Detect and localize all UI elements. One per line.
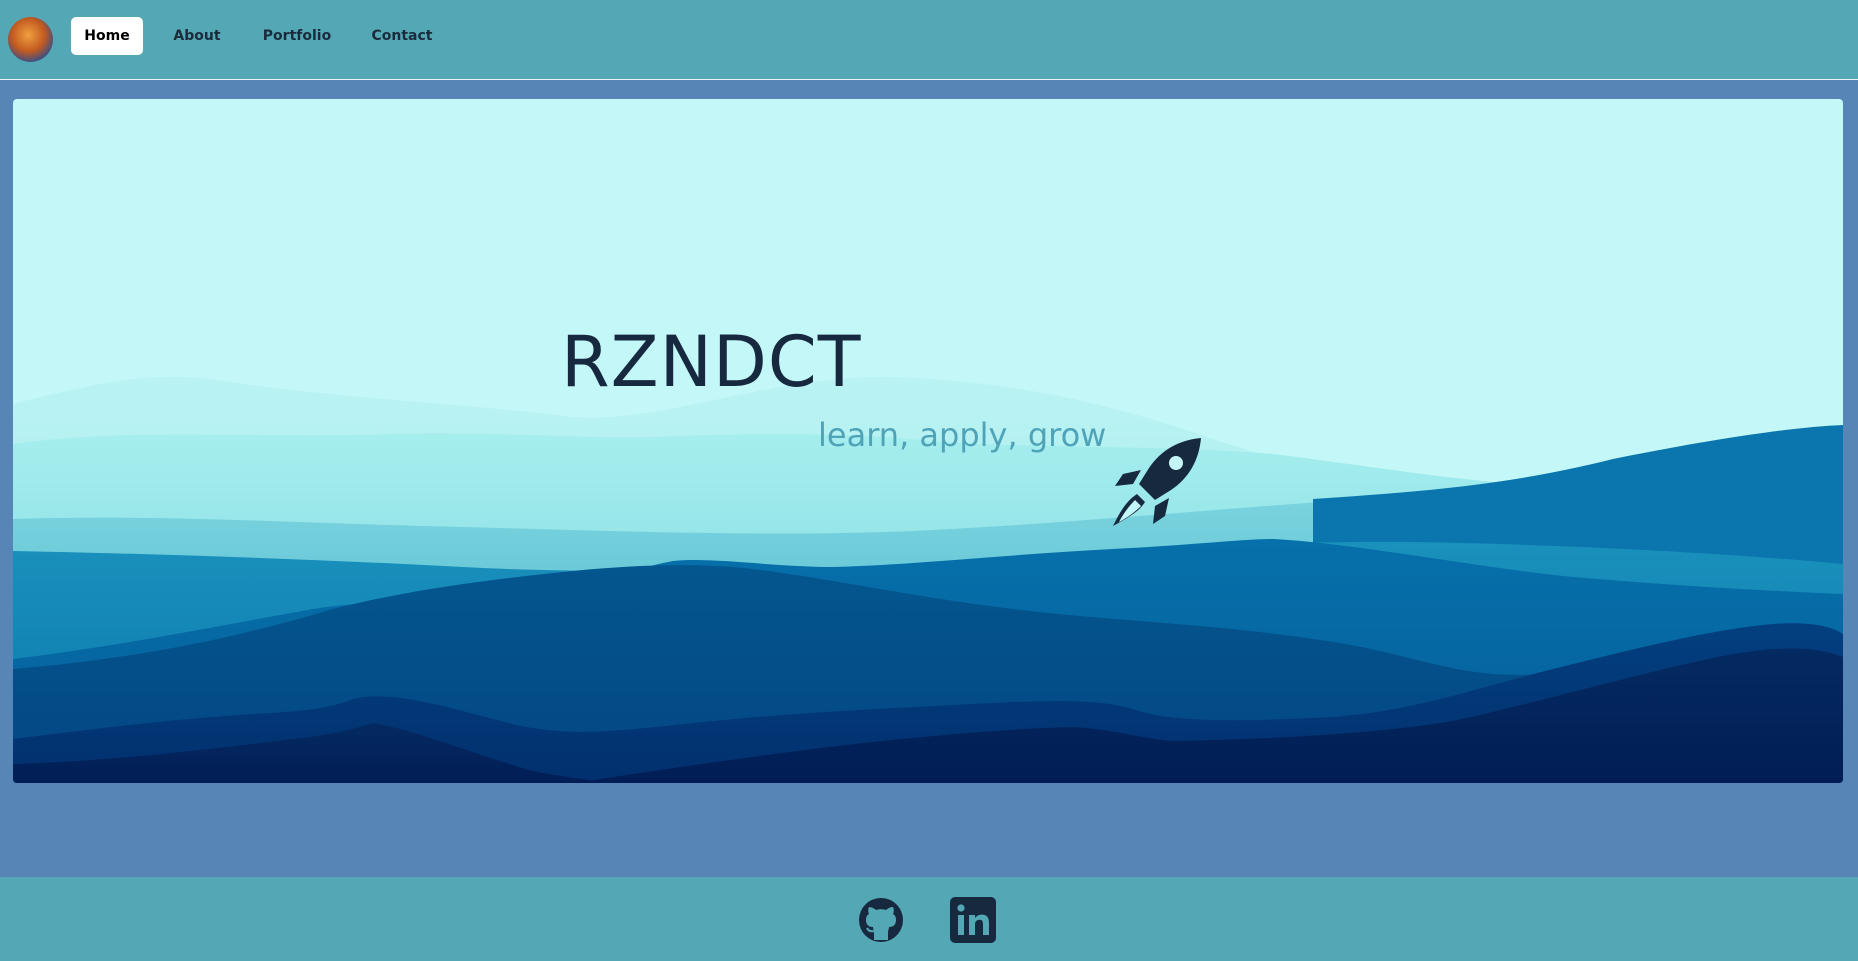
hero-banner: RZNDCT learn, apply, grow [13,99,1843,783]
navbar: Home About Portfolio Contact [0,0,1858,80]
nav-about[interactable]: About [161,17,233,55]
hero-tagline: learn, apply, grow [818,416,1107,454]
rocket-icon [1113,438,1201,526]
hero-title: RZNDCT [561,321,862,403]
nav-contact[interactable]: Contact [365,17,439,55]
linkedin-icon[interactable] [949,896,997,944]
github-icon[interactable] [857,896,905,944]
avatar[interactable] [8,17,53,62]
nav-portfolio[interactable]: Portfolio [256,17,338,55]
footer [0,877,1858,961]
nav-home[interactable]: Home [71,17,143,55]
